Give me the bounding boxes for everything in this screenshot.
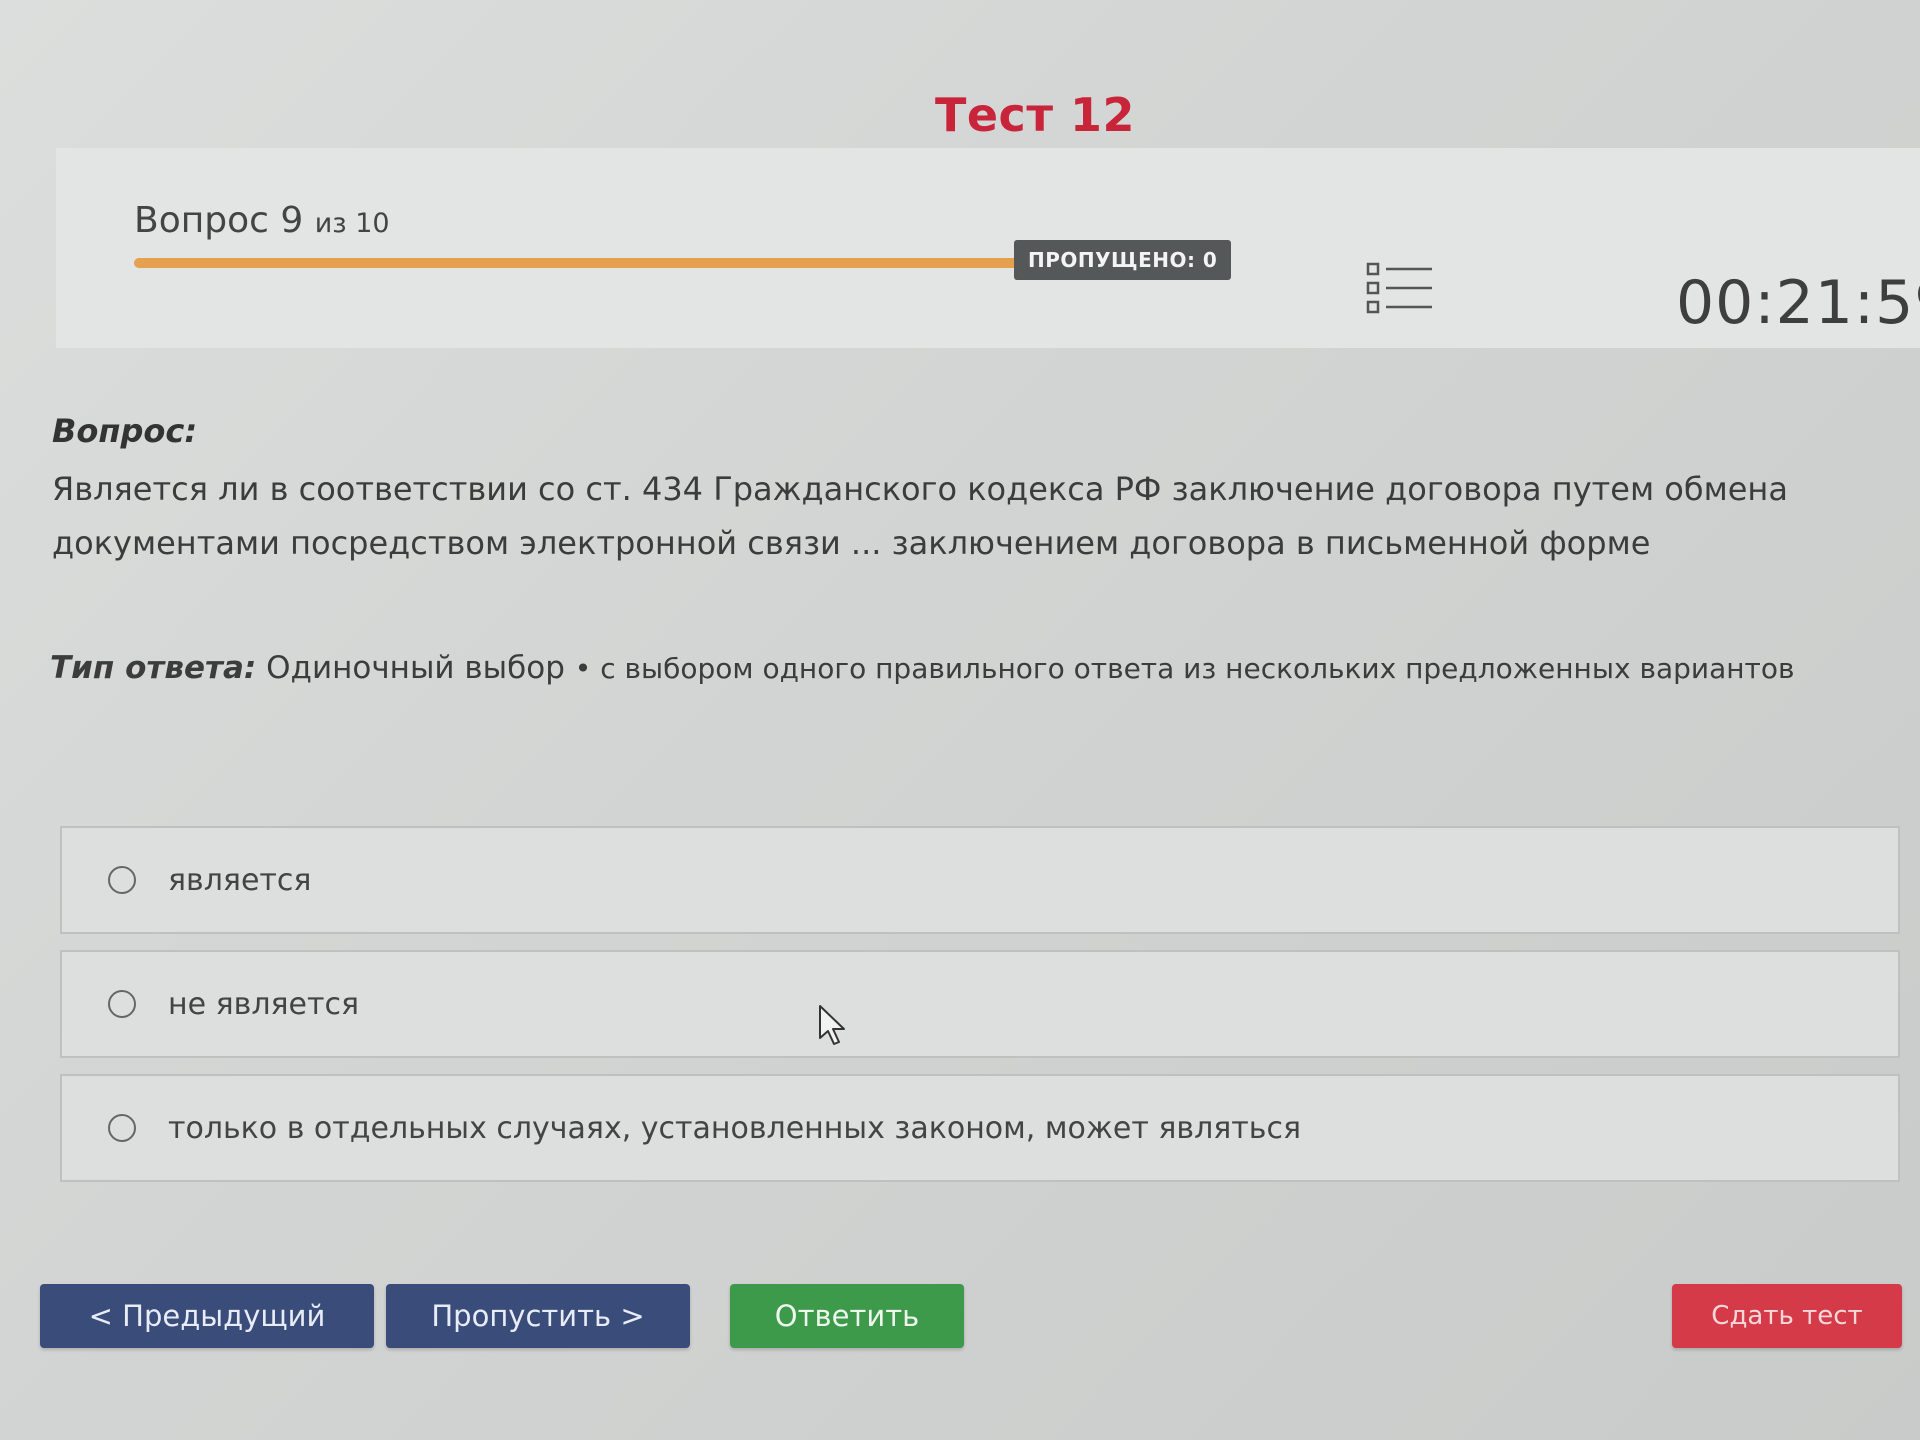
question-number: Вопрос 9	[134, 200, 304, 241]
answer-type-label: Тип ответа:	[50, 650, 257, 686]
previous-button[interactable]: < Предыдущий	[40, 1284, 374, 1348]
status-panel: Вопрос 9 из 10 ПРОПУЩЕНО: 0 00:21:59	[56, 148, 1920, 348]
question-label: Вопрос:	[52, 412, 198, 450]
option-label: не является	[168, 986, 360, 1022]
timer: 00:21:59	[1676, 268, 1920, 338]
progress-fill	[134, 258, 1088, 268]
radio-button[interactable]	[108, 1114, 136, 1142]
option-row[interactable]: является	[60, 826, 1900, 934]
mouse-cursor-icon	[819, 1005, 845, 1045]
question-text: Является ли в соответствии со ст. 434 Гр…	[52, 470, 1788, 562]
question-total: из 10	[314, 208, 390, 239]
option-label: только в отдельных случаях, установленны…	[168, 1110, 1301, 1146]
test-title: Тест 12	[934, 88, 1136, 142]
answer-options: является не является только в отдельных …	[60, 826, 1900, 1198]
answer-button[interactable]: Ответить	[730, 1284, 964, 1348]
option-row[interactable]: не является	[60, 950, 1900, 1058]
list-icon[interactable]	[1366, 260, 1436, 316]
option-label: является	[168, 862, 312, 898]
answer-type-value: Одиночный выбор	[266, 650, 565, 686]
radio-button[interactable]	[108, 866, 136, 894]
submit-test-button[interactable]: Сдать тест	[1672, 1284, 1902, 1348]
skipped-badge: ПРОПУЩЕНО: 0	[1014, 240, 1232, 280]
skip-button[interactable]: Пропустить >	[386, 1284, 690, 1348]
radio-button[interactable]	[108, 990, 136, 1018]
answer-type: Тип ответа: Одиночный выбор • с выбором …	[50, 650, 1890, 686]
answer-type-description: • с выбором одного правильного ответа из…	[574, 652, 1795, 685]
test-page: Тест 12 Вопрос 9 из 10 ПРОПУЩЕНО: 0 00:2…	[0, 0, 1920, 1440]
question-counter: Вопрос 9 из 10	[134, 200, 390, 241]
option-row[interactable]: только в отдельных случаях, установленны…	[60, 1074, 1900, 1182]
